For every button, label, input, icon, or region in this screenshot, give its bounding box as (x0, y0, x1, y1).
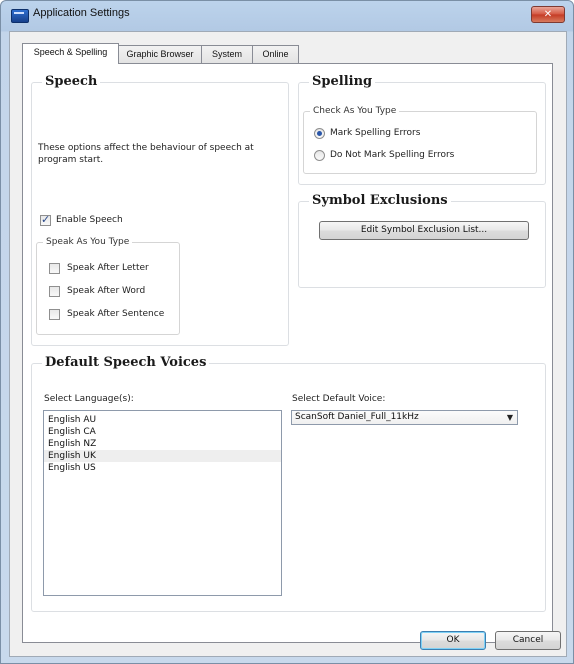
do-not-mark-spelling-errors-label[interactable]: Do Not Mark Spelling Errors (330, 150, 454, 160)
language-listbox[interactable]: English AU English CA English NZ English… (43, 410, 282, 596)
speak-after-word-label[interactable]: Speak After Word (67, 286, 145, 296)
speak-after-word-checkbox[interactable] (49, 286, 60, 297)
cancel-button[interactable]: Cancel (495, 631, 561, 650)
symbol-exclusions-title: Symbol Exclusions (309, 193, 451, 208)
speech-title: Speech (42, 74, 101, 89)
edit-symbol-exclusion-list-button[interactable]: Edit Symbol Exclusion List... (319, 221, 529, 240)
list-item[interactable]: English CA (44, 426, 281, 438)
do-not-mark-spelling-errors-radio[interactable] (314, 150, 325, 161)
speech-group: Speech These options affect the behaviou… (31, 74, 289, 346)
mark-spelling-errors-label[interactable]: Mark Spelling Errors (330, 128, 420, 138)
check-as-you-type-title: Check As You Type (310, 106, 400, 116)
mark-spelling-errors-radio[interactable] (314, 128, 325, 139)
spelling-title: Spelling (309, 74, 376, 89)
tab-panel: Speech These options affect the behaviou… (22, 63, 553, 643)
speak-after-letter-label[interactable]: Speak After Letter (67, 263, 149, 273)
speak-after-sentence-label[interactable]: Speak After Sentence (67, 309, 164, 319)
symbol-exclusions-group: Symbol Exclusions Edit Symbol Exclusion … (298, 193, 546, 288)
tab-graphic-browser[interactable]: Graphic Browser (118, 45, 202, 63)
default-voice-value: ScanSoft Daniel_Full_11kHz (295, 412, 419, 422)
list-item[interactable]: English US (44, 462, 281, 474)
default-voice-dropdown[interactable]: ScanSoft Daniel_Full_11kHz ▼ (291, 410, 518, 425)
select-language-label: Select Language(s): (44, 394, 134, 404)
chevron-down-icon[interactable]: ▼ (507, 411, 513, 424)
select-default-voice-label: Select Default Voice: (292, 394, 386, 404)
speak-after-letter-checkbox[interactable] (49, 263, 60, 274)
settings-window: Application Settings ✕ Speech & Spelling… (0, 0, 574, 664)
default-voices-group: Default Speech Voices Select Language(s)… (31, 355, 546, 612)
app-icon (11, 9, 29, 23)
window-title: Application Settings (33, 7, 130, 19)
title-bar[interactable]: Application Settings ✕ (1, 1, 573, 29)
default-voices-title: Default Speech Voices (42, 355, 210, 370)
speak-after-sentence-checkbox[interactable] (49, 309, 60, 320)
check-as-you-type-group: Check As You Type Mark Spelling Errors D… (303, 106, 537, 174)
spelling-group: Spelling Check As You Type Mark Spelling… (298, 74, 546, 185)
list-item-selected[interactable]: English UK (44, 450, 281, 462)
speech-description: These options affect the behaviour of sp… (38, 143, 254, 165)
tab-speech-spelling[interactable]: Speech & Spelling (22, 43, 119, 64)
tab-system[interactable]: System (201, 45, 253, 63)
list-item[interactable]: English NZ (44, 438, 281, 450)
enable-speech-checkbox[interactable] (40, 213, 51, 226)
close-button[interactable]: ✕ (531, 6, 565, 23)
tab-online[interactable]: Online (252, 45, 299, 63)
speak-as-you-type-title: Speak As You Type (43, 237, 133, 247)
dialog-body: Speech & Spelling Graphic Browser System… (9, 31, 567, 657)
list-item[interactable]: English AU (44, 414, 281, 426)
speak-as-you-type-group: Speak As You Type Speak After Letter Spe… (36, 237, 180, 335)
ok-button[interactable]: OK (420, 631, 486, 650)
enable-speech-label[interactable]: Enable Speech (56, 215, 123, 225)
